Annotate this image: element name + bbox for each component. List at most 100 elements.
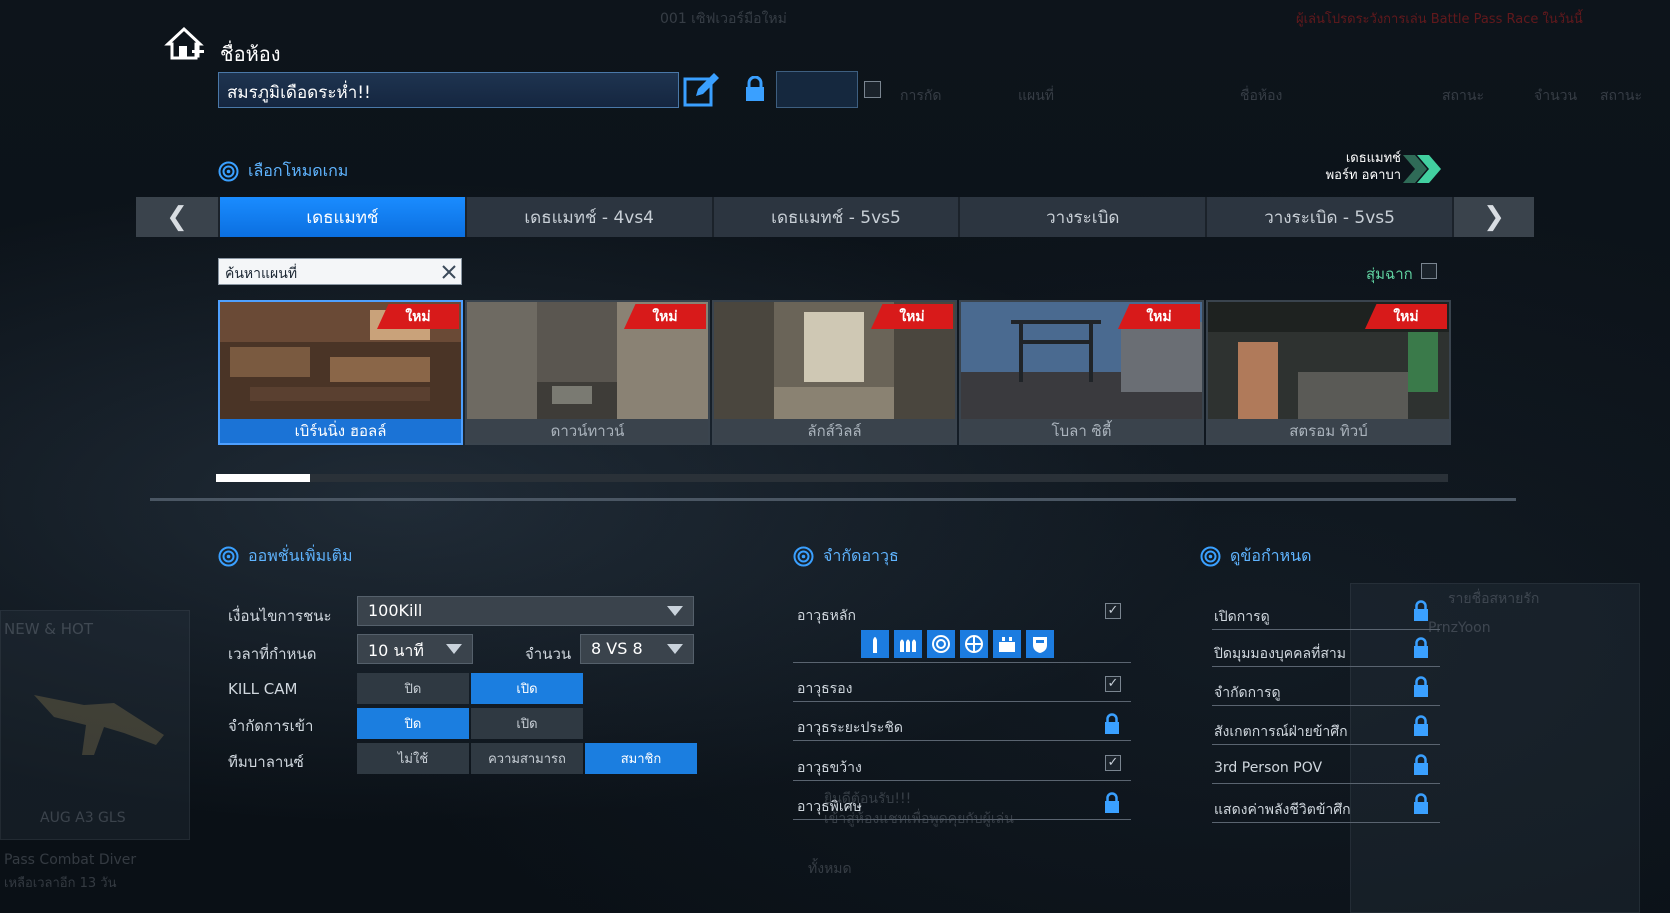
crosshair-icon[interactable] <box>960 630 988 658</box>
killcam-off-button[interactable]: ปิด <box>357 673 469 704</box>
ammo-icon[interactable] <box>894 630 922 658</box>
lock-icon <box>1414 637 1428 658</box>
map-name: สตรอม ทิวบ์ <box>1208 419 1449 443</box>
observer-row-label: 3rd Person POV <box>1214 760 1323 776</box>
password-lock-icon <box>746 76 764 101</box>
tabs-prev-button[interactable]: ❮ <box>136 197 218 237</box>
team-balance-skill-button[interactable]: ความสามารถ <box>471 743 583 774</box>
player-count-label: จำนวน <box>525 645 572 663</box>
bullet-icon[interactable] <box>861 630 889 658</box>
map-card-bola-city[interactable]: ใหม่ โบลา ซิตี้ <box>959 300 1204 445</box>
weapon-row-melee: อาวุธระยะประชิด <box>793 709 1131 741</box>
map-card-burning-hall[interactable]: ใหม่ เบิร์นนิ่ง ฮอลล์ <box>218 300 463 445</box>
lock-icon <box>1414 676 1428 697</box>
mode-badge: เดธแมทช์ พอร์ท อคาบา <box>1310 150 1445 186</box>
map-new-badge: ใหม่ <box>624 304 706 329</box>
player-count-dropdown[interactable]: 8 VS 8 <box>580 634 694 664</box>
killcam-on-button[interactable]: เปิด <box>471 673 583 704</box>
team-balance-none-button[interactable]: ไม่ใช้ <box>357 743 469 774</box>
map-card-downtown[interactable]: ใหม่ ดาวน์ทาวน์ <box>465 300 710 445</box>
mode-badge-text: เดธแมทช์ พอร์ท อคาบา <box>1326 150 1401 184</box>
map-new-badge: ใหม่ <box>1365 304 1447 329</box>
edit-icon[interactable] <box>682 70 720 108</box>
win-condition-label: เงื่อนไขการชนะ <box>228 607 332 625</box>
password-input[interactable] <box>776 71 858 108</box>
double-chevron-icon <box>1403 155 1441 183</box>
observer-row: สังเกตการณ์ฝ่ายข้าศึก <box>1212 711 1440 745</box>
observer-row-label: สังเกตการณ์ฝ่ายข้าศึก <box>1214 724 1348 740</box>
weapon-row-special: อาวุธพิเศษ <box>793 788 1131 820</box>
chevron-down-icon <box>667 644 683 654</box>
map-new-badge: ใหม่ <box>871 304 953 329</box>
lock-icon <box>1414 754 1428 775</box>
observer-row: เปิดการดู <box>1212 596 1440 630</box>
mode-badge-line1: เดธแมทช์ <box>1345 151 1401 166</box>
team-balance-label: ทีมบาลานซ์ <box>228 753 304 771</box>
observer-row: จำกัดการดู <box>1212 672 1440 706</box>
create-room-icon <box>164 26 204 60</box>
tab-deathmatch-5vs5[interactable]: เดธแมทช์ - 5vs5 <box>711 197 959 237</box>
chevron-down-icon <box>446 644 462 654</box>
options-title: ออพชั่นเพิ่มเติม <box>248 546 353 565</box>
map-name: โบลา ซิตี้ <box>961 419 1202 443</box>
chevron-down-icon <box>667 606 683 616</box>
weapon-row-throwing: อาวุธขว้าง ✓ <box>793 749 1131 781</box>
weapon-row-label: อาวุธขว้าง <box>797 760 862 776</box>
weapon-primary-checkbox[interactable]: ✓ <box>1105 603 1121 619</box>
scope-icon[interactable] <box>927 630 955 658</box>
team-balance-toggle: ไม่ใช้ ความสามารถ สมาชิก <box>357 743 697 774</box>
player-count-value: 8 VS 8 <box>591 639 643 658</box>
time-limit-label: เวลาที่กำหนด <box>228 645 317 663</box>
map-card-storm-tube[interactable]: ใหม่ สตรอม ทิวบ์ <box>1206 300 1451 445</box>
map-new-badge: ใหม่ <box>377 304 459 329</box>
weapon-throwing-checkbox[interactable]: ✓ <box>1105 755 1121 771</box>
map-scrollbar-thumb[interactable] <box>216 474 310 482</box>
killcam-label: KILL CAM <box>228 680 298 698</box>
restrict-on-button[interactable]: เปิด <box>471 708 583 739</box>
map-new-badge: ใหม่ <box>1118 304 1200 329</box>
section-divider <box>150 498 1516 501</box>
shield-icon[interactable] <box>1026 630 1054 658</box>
armor-icon[interactable] <box>993 630 1021 658</box>
observer-row-label: ปิดมุมมองบุคคลที่สาม <box>1214 646 1346 662</box>
tab-bomb-5vs5[interactable]: วางระเบิด - 5vs5 <box>1205 197 1452 237</box>
mode-badge-line2: พอร์ท อคาบา <box>1325 168 1401 183</box>
weapon-type-icons <box>861 630 1054 658</box>
time-limit-dropdown[interactable]: 10 นาที <box>357 634 473 664</box>
tabs-next-button[interactable]: ❯ <box>1451 197 1534 237</box>
restrict-join-label: จำกัดการเข้า <box>228 717 314 735</box>
target-icon <box>1200 546 1221 567</box>
lock-icon <box>1414 793 1428 814</box>
restrict-off-button[interactable]: ปิด <box>357 708 469 739</box>
lock-icon <box>1414 715 1428 736</box>
mode-tabs: ❮ เดธแมทช์ เดธแมทช์ - 4vs4 เดธแมทช์ - 5v… <box>136 197 1534 237</box>
map-name: ลักส์วิลล์ <box>714 419 955 443</box>
password-checkbox[interactable] <box>864 81 881 98</box>
time-limit-value: 10 นาที <box>368 641 424 660</box>
team-balance-member-button[interactable]: สมาชิก <box>585 743 697 774</box>
target-icon <box>793 546 814 567</box>
win-condition-dropdown[interactable]: 100Kill <box>357 596 694 626</box>
map-search-input[interactable]: ค้นหาแผนที่ <box>218 258 462 285</box>
map-card-luxville[interactable]: ใหม่ ลักส์วิลล์ <box>712 300 957 445</box>
room-name-input[interactable]: สมรภูมิเดือดระห่ำ!! <box>218 72 679 108</box>
random-map-label: สุ่มฉาก <box>1366 265 1413 283</box>
tab-deathmatch-4vs4[interactable]: เดธแมทช์ - 4vs4 <box>464 197 712 237</box>
tab-bomb[interactable]: วางระเบิด <box>958 197 1206 237</box>
restrict-join-toggle: ปิด เปิด <box>357 708 583 739</box>
observer-title: ดูข้อกำหนด <box>1230 546 1312 565</box>
observer-row-label: เปิดการดู <box>1214 609 1270 625</box>
tab-deathmatch[interactable]: เดธแมทช์ <box>218 197 465 237</box>
lock-icon <box>1414 600 1428 621</box>
close-icon[interactable] <box>440 263 458 281</box>
target-icon <box>218 161 239 182</box>
observer-row-label: จำกัดการดู <box>1214 685 1281 701</box>
map-name: เบิร์นนิ่ง ฮอลล์ <box>220 419 461 443</box>
weapon-secondary-checkbox[interactable]: ✓ <box>1105 676 1121 692</box>
observer-row: แสดงค่าพลังชีวิตข้าศึก <box>1212 789 1440 823</box>
observer-header: ดูข้อกำหนด <box>1200 544 1311 569</box>
random-map-checkbox[interactable] <box>1421 263 1437 279</box>
map-name: ดาวน์ทาวน์ <box>467 419 708 443</box>
target-icon <box>218 546 239 567</box>
map-scrollbar-track[interactable] <box>216 474 1448 482</box>
